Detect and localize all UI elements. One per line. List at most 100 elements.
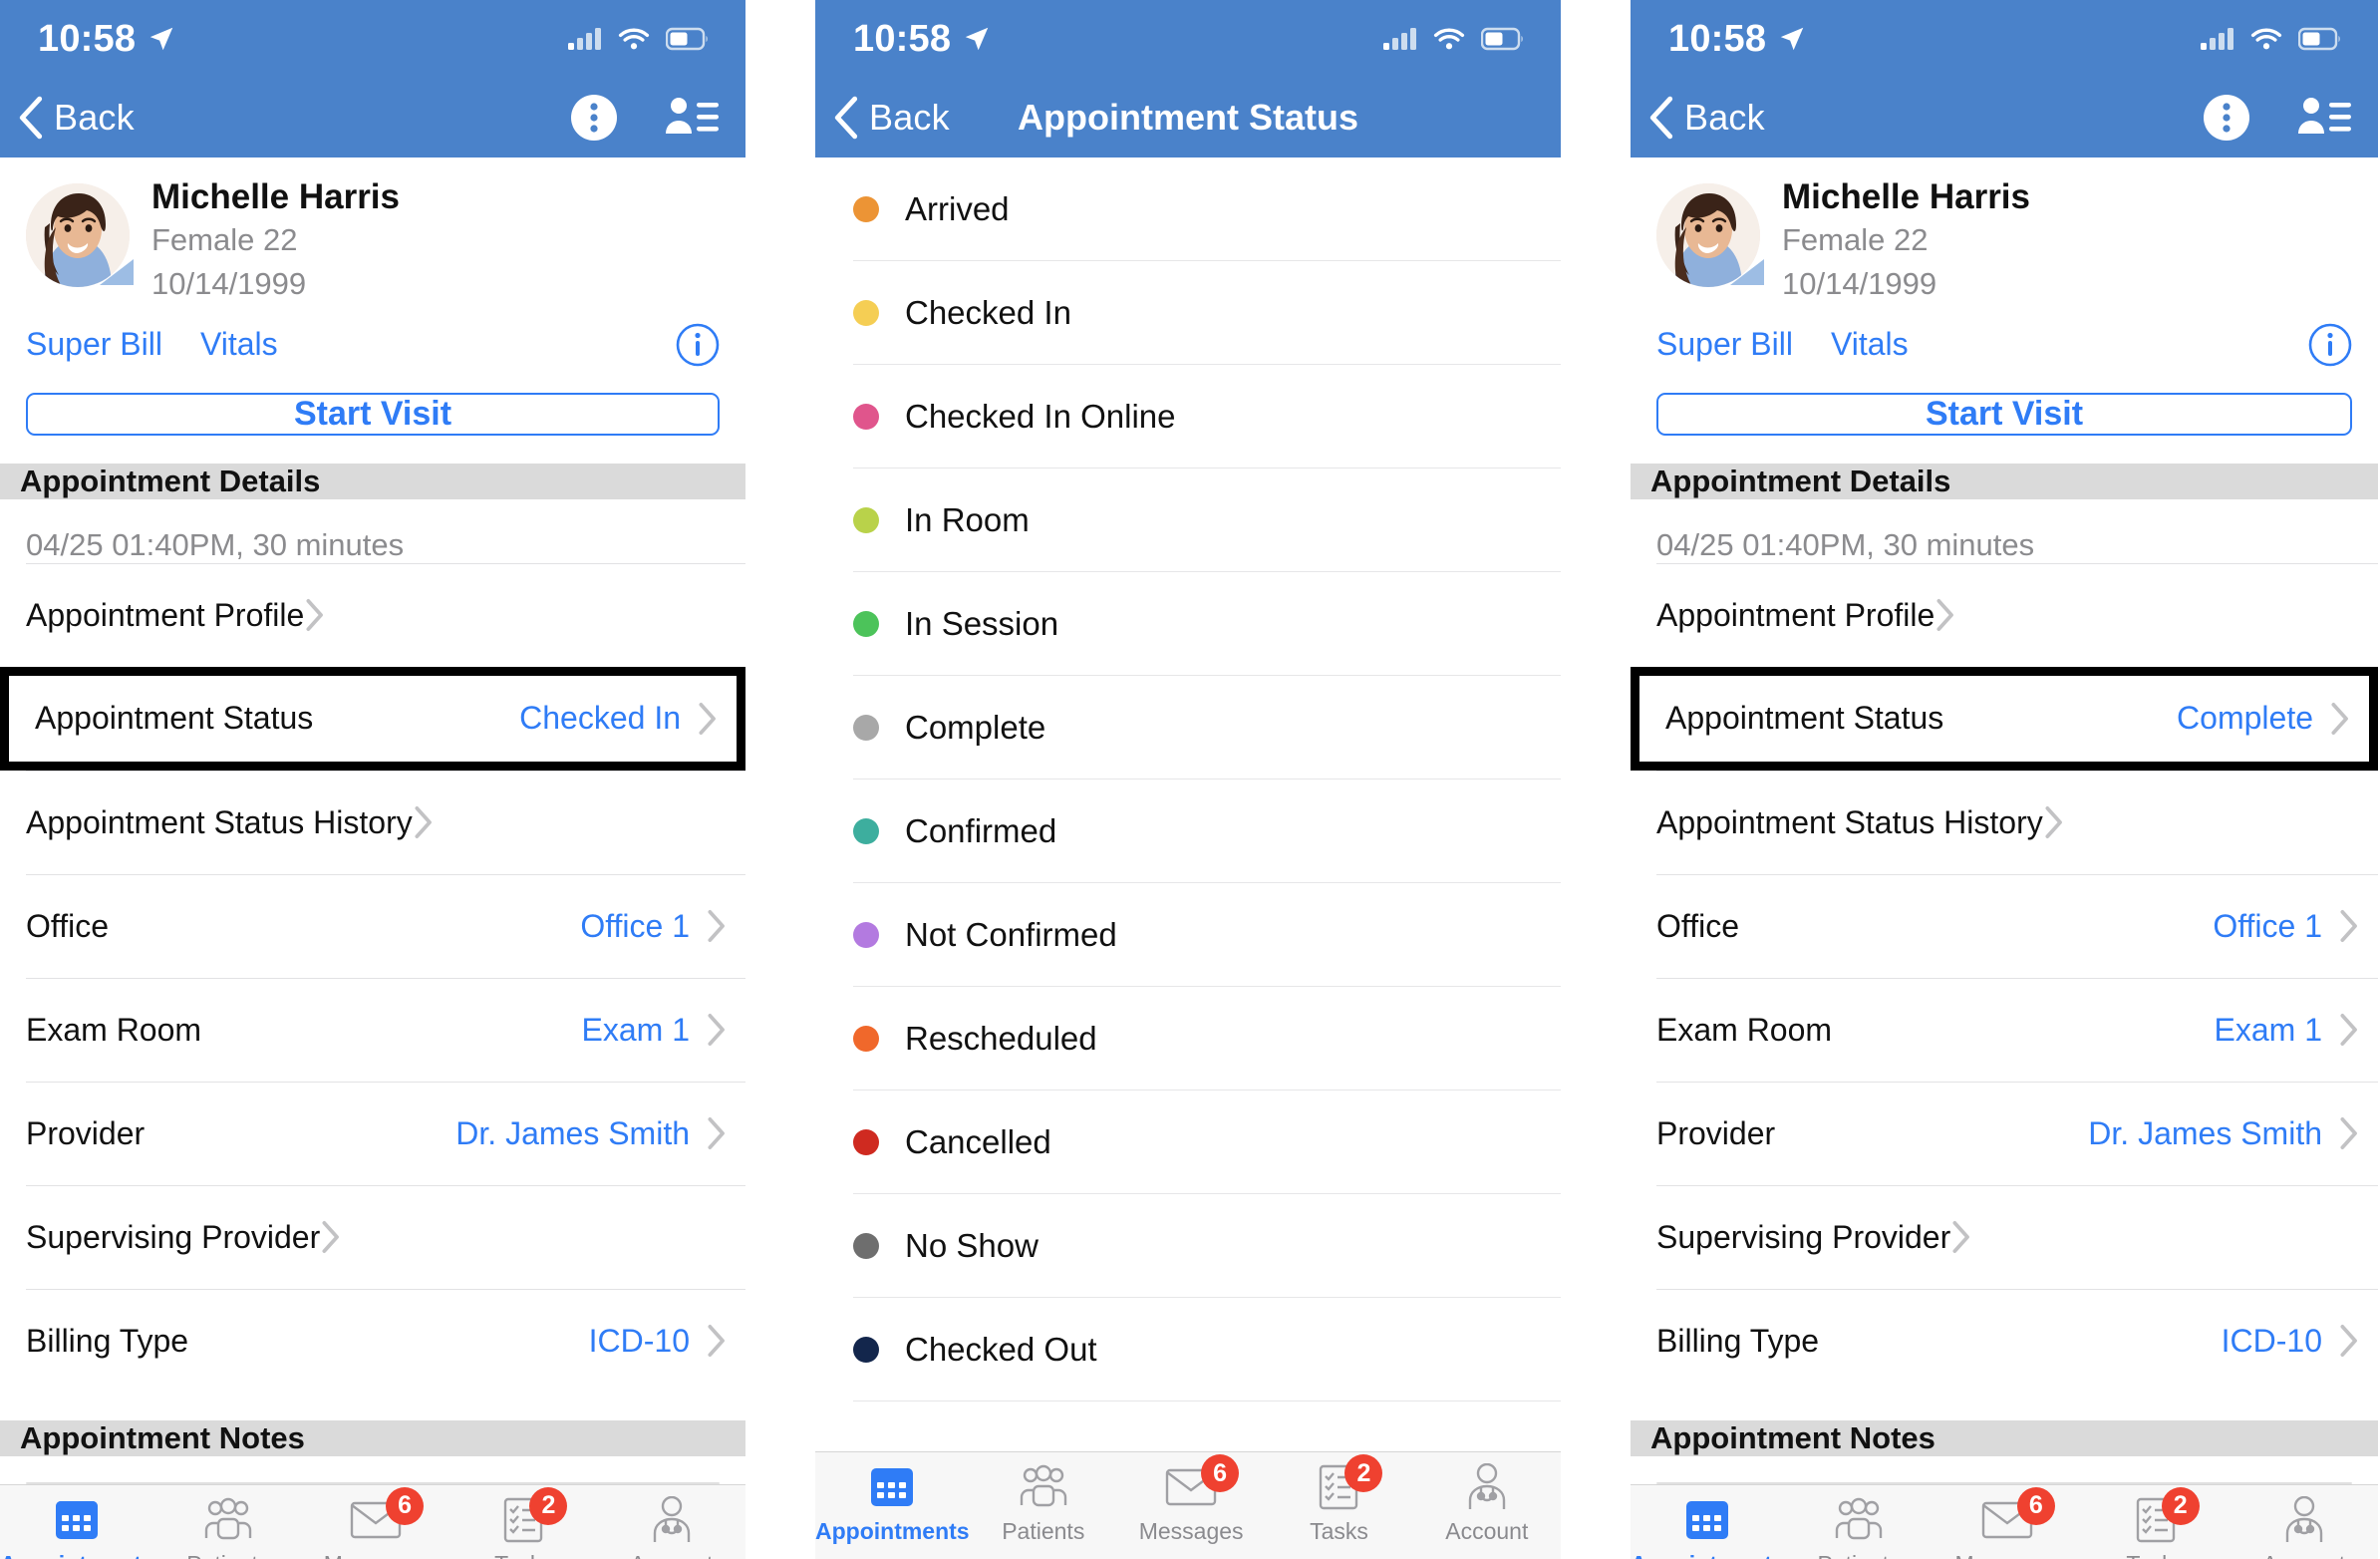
tab-tasks[interactable]: 2 Tasks	[2081, 1486, 2230, 1559]
patient-photo	[1656, 183, 1760, 287]
back-button[interactable]: Back	[833, 96, 950, 140]
tab-label: Tasks	[494, 1551, 553, 1559]
more-vertical-circle-icon[interactable]	[570, 94, 618, 142]
tab-patients[interactable]: Patients	[154, 1495, 302, 1559]
row-value: Exam 1	[581, 1011, 690, 1048]
tab-patients[interactable]: Patients	[1785, 1495, 1934, 1559]
back-button[interactable]: Back	[18, 96, 135, 140]
patient-list-icon[interactable]	[664, 96, 720, 140]
status-color-dot	[853, 195, 879, 222]
row-appointment-status-history[interactable]: Appointment Status History	[1656, 770, 2378, 874]
status-option-cancelled[interactable]: Cancelled	[853, 1091, 1561, 1194]
chevron-right-icon	[2340, 1014, 2357, 1047]
status-option-complete[interactable]: Complete	[853, 676, 1561, 780]
more-vertical-circle-icon[interactable]	[2203, 94, 2250, 142]
status-option-label: Confirmed	[905, 811, 1057, 849]
tab-appointments[interactable]: Appointments	[1631, 1495, 1785, 1559]
avatar	[1656, 183, 1760, 287]
chevron-left-icon	[834, 96, 858, 140]
status-option-label: Arrived	[905, 189, 1010, 227]
tab-patients[interactable]: Patients	[970, 1462, 1117, 1545]
row-provider[interactable]: Provider Dr. James Smith	[1656, 1081, 2378, 1185]
row-appointment-status-history[interactable]: Appointment Status History	[26, 770, 745, 874]
row-office[interactable]: Office Office 1	[1656, 873, 2378, 978]
super-bill-link[interactable]: Super Bill	[26, 326, 162, 363]
row-billing-type[interactable]: Billing Type ICD-10	[26, 1288, 745, 1393]
row-exam-room[interactable]: Exam Room Exam 1	[1656, 977, 2378, 1082]
row-value: Dr. James Smith	[455, 1114, 690, 1151]
status-option-no-show[interactable]: No Show	[853, 1194, 1561, 1298]
status-bar-time-group: 10:58	[1668, 18, 1807, 61]
tab-appointments[interactable]: Appointments	[815, 1462, 970, 1545]
status-option-label: Rescheduled	[905, 1019, 1097, 1057]
tab-appointments[interactable]: Appointments	[0, 1495, 154, 1559]
super-bill-link[interactable]: Super Bill	[1656, 326, 1793, 363]
row-appointment-status-highlighted[interactable]: Appointment Status Complete	[1631, 666, 2378, 771]
status-option-checked-in[interactable]: Checked In	[853, 261, 1561, 365]
status-option-confirmed[interactable]: Confirmed	[853, 780, 1561, 883]
status-bar-time-group: 10:58	[38, 18, 176, 61]
chevron-right-icon	[1952, 1221, 1970, 1254]
vitals-link[interactable]: Vitals	[200, 326, 278, 363]
phone-screen-appointment-detail-checked-in: 10:58 Back Michelle Harris Female 22 10/…	[0, 0, 745, 1559]
tab-bar: Appointments Patients 6 Messages 2	[1631, 1483, 2378, 1559]
status-bar-indicators	[1383, 26, 1525, 52]
status-option-label: Cancelled	[905, 1122, 1051, 1160]
row-appointment-status-highlighted[interactable]: Appointment Status Checked In	[0, 666, 745, 771]
tab-messages[interactable]: 6 Messages	[302, 1486, 449, 1559]
avatar	[26, 183, 130, 287]
row-label: Exam Room	[26, 1011, 202, 1048]
row-billing-type[interactable]: Billing Type ICD-10	[1656, 1288, 2378, 1393]
row-label: Supervising Provider	[26, 1218, 321, 1255]
envelope-icon: 6	[1981, 1486, 2055, 1545]
status-option-not-confirmed[interactable]: Not Confirmed	[853, 883, 1561, 987]
tab-tasks[interactable]: 2 Tasks	[449, 1486, 597, 1559]
info-circle-icon[interactable]	[676, 323, 720, 367]
appointment-time: 04/25 01:40PM, 30 minutes	[26, 526, 405, 562]
row-exam-room[interactable]: Exam Room Exam 1	[26, 977, 745, 1082]
back-button[interactable]: Back	[1648, 96, 1765, 140]
chevron-right-icon	[708, 1117, 725, 1150]
battery-icon	[1481, 27, 1523, 51]
info-circle-icon[interactable]	[2308, 323, 2352, 367]
start-visit-button[interactable]: Start Visit	[26, 392, 720, 436]
tab-tasks[interactable]: 2 Tasks	[1265, 1454, 1412, 1545]
patient-links-row: Super Bill Vitals	[0, 305, 745, 367]
status-option-in-session[interactable]: In Session	[853, 572, 1561, 676]
row-appointment-profile[interactable]: Appointment Profile	[1656, 562, 2378, 667]
row-supervising-provider[interactable]: Supervising Provider	[26, 1184, 745, 1289]
patient-identity: Michelle Harris Female 22 10/14/1999	[1782, 177, 2030, 305]
status-option-in-room[interactable]: In Room	[853, 468, 1561, 572]
status-option-rescheduled[interactable]: Rescheduled	[853, 987, 1561, 1091]
patient-gender-age: Female 22	[1782, 222, 1929, 258]
status-option-checked-out[interactable]: Checked Out	[853, 1298, 1561, 1402]
vitals-link[interactable]: Vitals	[1831, 326, 1909, 363]
status-color-dot	[853, 1025, 879, 1052]
status-option-arrived[interactable]: Arrived	[853, 157, 1561, 261]
cellular-signal-icon	[1383, 28, 1416, 50]
patient-header: Michelle Harris Female 22 10/14/1999	[1631, 157, 2378, 305]
row-supervising-provider[interactable]: Supervising Provider	[1656, 1184, 2378, 1289]
tab-account[interactable]: Account	[1413, 1462, 1561, 1545]
tab-label: Messages	[324, 1551, 429, 1559]
tab-label: Patients	[186, 1551, 269, 1559]
chevron-right-icon	[699, 702, 716, 735]
start-visit-button[interactable]: Start Visit	[1656, 392, 2352, 436]
row-value: ICD-10	[2221, 1322, 2322, 1359]
calendar-icon	[54, 1495, 100, 1545]
row-label: Exam Room	[1656, 1011, 1833, 1048]
row-provider[interactable]: Provider Dr. James Smith	[26, 1081, 745, 1185]
row-label: Office	[1656, 907, 1739, 944]
row-office[interactable]: Office Office 1	[26, 873, 745, 978]
tab-account[interactable]: Account	[598, 1495, 745, 1559]
row-appointment-profile[interactable]: Appointment Profile	[26, 562, 745, 667]
appointment-detail-rows: Appointment Profile Appointment Status C…	[0, 562, 745, 1393]
tab-messages[interactable]: 6 Messages	[1117, 1454, 1265, 1545]
status-option-checked-in-online[interactable]: Checked In Online	[853, 365, 1561, 468]
row-label: Appointment Status History	[26, 803, 413, 840]
patient-list-icon[interactable]	[2296, 96, 2352, 140]
row-label: Billing Type	[26, 1322, 189, 1359]
patient-identity: Michelle Harris Female 22 10/14/1999	[151, 177, 400, 305]
tab-messages[interactable]: 6 Messages	[1933, 1486, 2081, 1559]
tab-account[interactable]: Account	[2230, 1495, 2378, 1559]
